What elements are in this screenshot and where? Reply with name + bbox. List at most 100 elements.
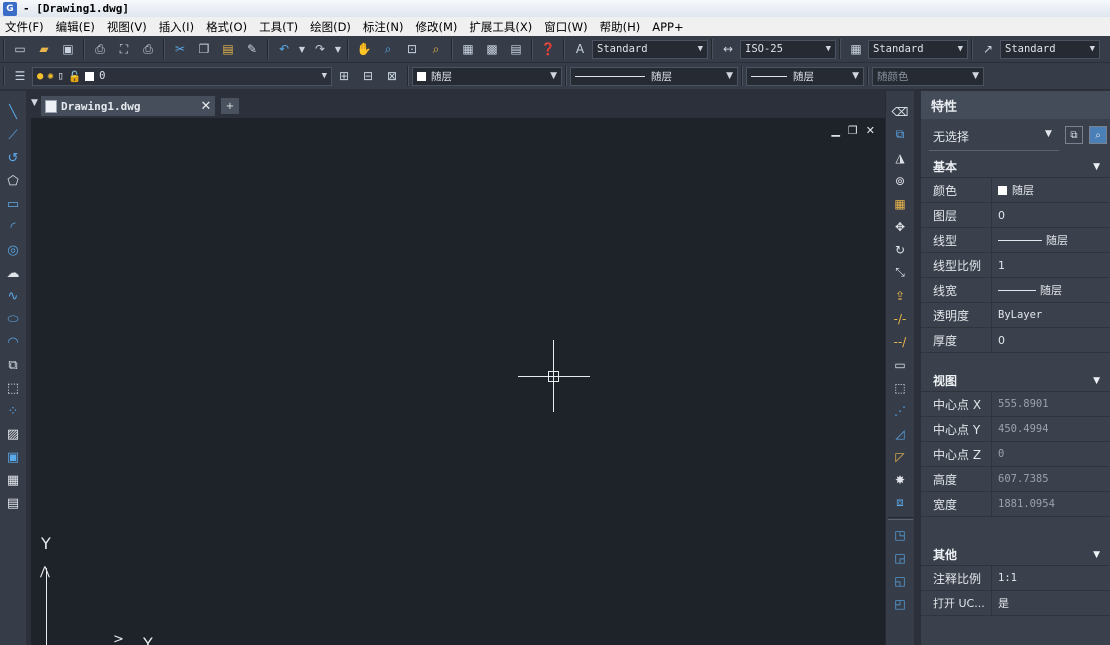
toolbar-grip[interactable] [3, 66, 5, 86]
break-icon[interactable]: ⬚ [889, 377, 911, 398]
table-style-combo[interactable]: Standard ▼ [868, 39, 968, 59]
trim-icon[interactable]: -/- [889, 308, 911, 329]
restore-icon[interactable]: ❐ [848, 124, 858, 137]
polyline-icon[interactable]: ↺ [2, 147, 24, 169]
copy-icon[interactable]: ❐ [194, 39, 214, 59]
chamfer-icon[interactable]: ◿ [889, 423, 911, 444]
arc-icon[interactable]: ◜ [2, 216, 24, 238]
layer-combo[interactable]: ● ✺ ▯ 🔓 0 ▼ [32, 66, 332, 86]
dim-style-combo[interactable]: ISO-25 ▼ [740, 39, 836, 59]
bring-to-front-icon[interactable]: ◳ [889, 524, 911, 545]
properties-icon[interactable]: ▦ [458, 39, 478, 59]
plot-style-combo[interactable]: 随颜色 ▼ [872, 66, 984, 86]
menu-edit[interactable]: 编辑(E) [51, 19, 102, 35]
undo-dropdown-icon[interactable]: ▼ [298, 39, 306, 59]
insert-block-icon[interactable]: ⧉ [2, 354, 24, 376]
prop-value[interactable]: 随层 [991, 278, 1110, 302]
array-icon[interactable]: ▦ [889, 193, 911, 214]
menu-insert[interactable]: 插入(I) [154, 19, 201, 35]
toggle-pickadd-icon[interactable]: ⧉ [1065, 126, 1083, 144]
open-folder-icon[interactable]: ▰ [34, 39, 54, 59]
prop-row-transparency[interactable]: 透明度 ByLayer [921, 303, 1110, 328]
section-basic[interactable]: 基本 ▼ [921, 156, 1110, 178]
copy-object-icon[interactable]: ⧉ [889, 124, 911, 145]
erase-icon[interactable]: ⌫ [889, 101, 911, 122]
menu-draw[interactable]: 绘图(D) [305, 19, 358, 35]
extend-icon[interactable]: --/ [889, 331, 911, 352]
new-tab-icon[interactable]: + [221, 98, 239, 114]
prop-row-annotation-scale[interactable]: 注释比例 1:1 [921, 566, 1110, 591]
text-style-icon[interactable]: A [570, 39, 590, 59]
section-view[interactable]: 视图 ▼ [921, 370, 1110, 392]
text-style-combo[interactable]: Standard ▼ [592, 39, 708, 59]
menu-file[interactable]: 文件(F) [0, 19, 51, 35]
break-at-point-icon[interactable]: ▭ [889, 354, 911, 375]
tab-drawing1[interactable]: Drawing1.dwg [41, 96, 215, 116]
menu-dimension[interactable]: 标注(N) [358, 19, 411, 35]
design-center-icon[interactable]: ▩ [482, 39, 502, 59]
match-properties-icon[interactable]: ✎ [242, 39, 262, 59]
line-icon[interactable]: ╲ [2, 101, 24, 123]
join-icon[interactable]: ⋰ [889, 400, 911, 421]
offset-icon[interactable]: ⊚ [889, 170, 911, 191]
lineweight-combo[interactable]: 随层 ▼ [746, 66, 864, 86]
zoom-previous-icon[interactable]: ⌕ [426, 39, 446, 59]
layer-states-icon[interactable]: ⊠ [382, 66, 402, 86]
print-icon[interactable]: ⎙ [90, 39, 110, 59]
table-icon[interactable]: ▦ [2, 469, 24, 491]
paste-icon[interactable]: ▤ [218, 39, 238, 59]
ellipse-icon[interactable]: ⬭ [2, 308, 24, 330]
prop-value[interactable]: 是 [991, 591, 1110, 615]
menu-help[interactable]: 帮助(H) [595, 19, 648, 35]
print-preview-icon[interactable]: ⛶ [114, 39, 134, 59]
publish-icon[interactable]: ⎙ [138, 39, 158, 59]
prop-row-ucs-on[interactable]: 打开 UC... 是 [921, 591, 1110, 616]
explode-icon[interactable]: ✸ [889, 469, 911, 490]
prop-row-color[interactable]: 颜色 随层 [921, 178, 1110, 203]
tabs-dropdown-icon[interactable]: ▼ [31, 98, 39, 114]
make-block-icon[interactable]: ⬚ [2, 377, 24, 399]
help-icon[interactable]: ❓ [538, 39, 558, 59]
selection-dropdown[interactable]: 无选择 ▼ ⧉ ⌕ [921, 119, 1110, 153]
cut-icon[interactable]: ✂ [170, 39, 190, 59]
redo-icon[interactable]: ↷ [310, 39, 330, 59]
zoom-realtime-icon[interactable]: ⌕ [378, 39, 398, 59]
circle-icon[interactable]: ◎ [2, 239, 24, 261]
prop-value[interactable]: 0 [991, 203, 1110, 227]
prop-value[interactable]: 0 [991, 328, 1110, 352]
multileader-style-icon[interactable]: ↗ [978, 39, 998, 59]
quick-select-icon[interactable]: ⌕ [1089, 126, 1107, 144]
prop-row-lineweight[interactable]: 线宽 随层 [921, 278, 1110, 303]
send-under-icon[interactable]: ◰ [889, 593, 911, 614]
color-combo[interactable]: 随层 ▼ [412, 66, 562, 86]
tool-palettes-icon[interactable]: ▤ [506, 39, 526, 59]
point-icon[interactable]: ⁘ [2, 400, 24, 422]
send-to-back-icon[interactable]: ◲ [889, 547, 911, 568]
undo-icon[interactable]: ↶ [274, 39, 294, 59]
menu-view[interactable]: 视图(V) [102, 19, 154, 35]
pan-hand-icon[interactable]: ✋ [354, 39, 374, 59]
edit-attributes-icon[interactable]: ⧈ [889, 492, 911, 513]
scale-icon[interactable]: ⤡ [889, 262, 911, 283]
revision-cloud-icon[interactable]: ☁ [2, 262, 24, 284]
bring-above-icon[interactable]: ◱ [889, 570, 911, 591]
prop-value[interactable]: 随层 [991, 228, 1110, 252]
menu-modify[interactable]: 修改(M) [411, 19, 465, 35]
polygon-icon[interactable]: ⬠ [2, 170, 24, 192]
zoom-window-icon[interactable]: ⊡ [402, 39, 422, 59]
move-icon[interactable]: ✥ [889, 216, 911, 237]
menu-window[interactable]: 窗口(W) [539, 19, 594, 35]
gradient-icon[interactable]: ▣ [2, 446, 24, 468]
spline-icon[interactable]: ∿ [2, 285, 24, 307]
ellipse-arc-icon[interactable]: ◠ [2, 331, 24, 353]
dim-style-icon[interactable]: ↔ [718, 39, 738, 59]
redo-dropdown-icon[interactable]: ▼ [334, 39, 342, 59]
mirror-icon[interactable]: ◮ [889, 147, 911, 168]
linetype-combo[interactable]: 随层 ▼ [570, 66, 738, 86]
prop-value[interactable]: 随层 [991, 178, 1110, 202]
multiline-text-icon[interactable]: ▤ [2, 492, 24, 514]
stretch-icon[interactable]: ⇪ [889, 285, 911, 306]
prop-row-linetype-scale[interactable]: 线型比例 1 [921, 253, 1110, 278]
hatch-icon[interactable]: ▨ [2, 423, 24, 445]
save-icon[interactable]: ▣ [58, 39, 78, 59]
